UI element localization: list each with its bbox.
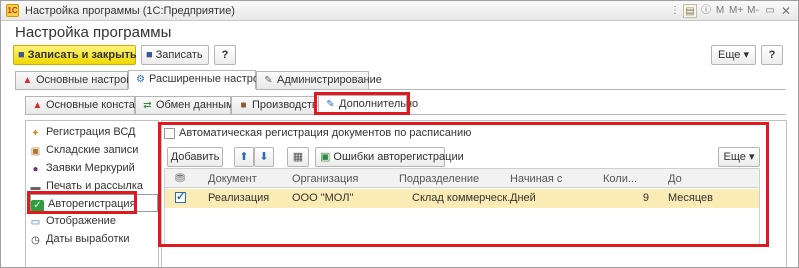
autoreg-errors-button[interactable]: ▣ Ошибки авторегистрации bbox=[315, 147, 464, 167]
vsd-icon: ✦ bbox=[31, 128, 40, 139]
page-title: Настройка программы bbox=[15, 24, 172, 41]
subtab-baseline bbox=[407, 114, 786, 115]
tab-basic-settings[interactable]: ▲ Основные настройки bbox=[15, 71, 143, 89]
nav-label: Печать и рассылка bbox=[46, 180, 144, 192]
filter-button[interactable]: ▦ bbox=[287, 147, 309, 167]
move-up-button[interactable]: ⬆ bbox=[234, 147, 254, 167]
window-title: Настройка программы (1С:Предприятие) bbox=[25, 5, 235, 17]
nav-label: Заявки Меркурий bbox=[46, 162, 135, 174]
exchange-icon: ⇄ bbox=[143, 100, 152, 111]
autoreg-errors-label: Ошибки авторегистрации bbox=[333, 151, 464, 163]
column-header[interactable]: Коли... bbox=[603, 173, 637, 185]
column-header[interactable]: Подразделение bbox=[399, 173, 479, 185]
nav-item-vsd[interactable]: ✦ Регистрация ВСД bbox=[29, 123, 157, 141]
nav-item-autoregistration[interactable]: ✓ Авторегистрация bbox=[30, 194, 158, 212]
calendar-icon[interactable]: ▤ bbox=[683, 4, 697, 18]
save-button[interactable]: ■ Записать bbox=[141, 45, 209, 65]
nav-label: Отображение bbox=[46, 215, 116, 227]
column-header[interactable]: Организация bbox=[292, 173, 358, 185]
check-icon: ✓ bbox=[31, 200, 44, 212]
tab-baseline bbox=[15, 89, 128, 90]
auto-registration-label: Автоматическая регистрация документов по… bbox=[179, 127, 472, 139]
app-window: 1С Настройка программы (1С:Предприятие) … bbox=[0, 0, 799, 268]
nav-item-warehouse[interactable]: ▣ Складские записи bbox=[29, 141, 157, 159]
save-icon: ■ bbox=[18, 49, 25, 61]
warehouse-icon: ▣ bbox=[30, 146, 41, 157]
nav-item-display[interactable]: ▭ Отображение bbox=[29, 212, 157, 230]
memory-m-button[interactable]: M bbox=[715, 4, 725, 18]
mercury-icon: ● bbox=[32, 164, 39, 175]
nav-label: Складские записи bbox=[46, 144, 139, 156]
memory-mplus-button[interactable]: M+ bbox=[729, 4, 743, 18]
tab-baseline bbox=[256, 89, 786, 90]
app-logo-icon: 1С bbox=[6, 4, 19, 17]
tools-icon: ✎ bbox=[264, 75, 273, 86]
help-button[interactable]: ? bbox=[214, 45, 236, 65]
user-settings-icon: ⚙ bbox=[136, 74, 145, 85]
save-icon: ■ bbox=[146, 49, 153, 61]
save-and-close-label: Записать и закрыть bbox=[27, 49, 137, 61]
subtab-label: Дополнительно bbox=[339, 98, 419, 110]
move-down-button[interactable]: ⬇ bbox=[254, 147, 274, 167]
errors-icon: ▣ bbox=[320, 151, 331, 163]
clock-icon: ◷ bbox=[31, 235, 40, 246]
save-and-close-button[interactable]: ■ Записать и закрыть bbox=[13, 45, 137, 65]
subtab-label: Обмен данными bbox=[156, 99, 240, 111]
nav-item-print[interactable]: ▬ Печать и рассылка bbox=[29, 177, 157, 195]
arrow-up-icon: ⬆ bbox=[239, 151, 249, 163]
subtab-additional[interactable]: ✎ Дополнительно bbox=[318, 95, 418, 114]
warning-icon: ▲ bbox=[22, 75, 33, 86]
subtab-baseline bbox=[25, 114, 318, 115]
window-menu-icon[interactable]: ⋮ bbox=[669, 4, 681, 18]
save-label: Записать bbox=[155, 49, 203, 61]
printer-icon: ▬ bbox=[30, 182, 41, 193]
wrench-icon: ✎ bbox=[326, 99, 335, 110]
tab-label: Администрирование bbox=[277, 74, 382, 86]
more-button[interactable]: Еще ▾ bbox=[711, 45, 756, 65]
close-icon[interactable]: ✕ bbox=[780, 4, 792, 18]
title-bar: 1С Настройка программы (1С:Предприятие) … bbox=[1, 1, 798, 21]
subtab-data-exchange[interactable]: ⇄ Обмен данными bbox=[135, 96, 240, 114]
nav-label: Даты выработки bbox=[46, 233, 130, 245]
column-check-icon: ⛃ bbox=[175, 171, 186, 185]
memory-mminus-button[interactable]: M- bbox=[746, 4, 760, 18]
display-icon: ▭ bbox=[30, 217, 41, 228]
add-button[interactable]: Добавить bbox=[167, 147, 223, 167]
nav-item-mercury[interactable]: ● Заявки Меркурий bbox=[29, 159, 157, 177]
column-header[interactable]: Начиная с bbox=[510, 173, 562, 185]
subtab-basic-constants[interactable]: ▲ Основные константы bbox=[25, 96, 154, 114]
subtab-production[interactable]: ■ Производство bbox=[231, 96, 324, 114]
column-header[interactable]: До bbox=[668, 173, 682, 185]
filter-icon: ▦ bbox=[292, 151, 304, 163]
auto-registration-checkbox[interactable] bbox=[164, 128, 175, 139]
help-right-button[interactable]: ? bbox=[761, 45, 783, 65]
info-icon[interactable]: ⓘ bbox=[700, 4, 712, 18]
table-body bbox=[164, 188, 760, 246]
nav-item-production-dates[interactable]: ◷ Даты выработки bbox=[29, 230, 157, 248]
minimize-icon[interactable]: ▭ bbox=[765, 4, 775, 18]
tab-administration[interactable]: ✎ Администрирование bbox=[256, 71, 382, 89]
factory-icon: ■ bbox=[240, 100, 247, 111]
table-header: ⛃ Документ Организация Подразделение Нач… bbox=[164, 168, 760, 188]
content-more-button[interactable]: Еще ▾ bbox=[718, 147, 760, 167]
arrow-down-icon: ⬇ bbox=[259, 151, 269, 163]
tab-advanced-settings[interactable]: ⚙ Расширенные настройки bbox=[128, 70, 276, 89]
nav-label: Регистрация ВСД bbox=[46, 126, 136, 138]
nav-label: Авторегистрация bbox=[48, 198, 136, 210]
column-header[interactable]: Документ bbox=[208, 173, 257, 185]
warning-icon: ▲ bbox=[32, 100, 43, 111]
subtab-label: Производство bbox=[252, 99, 324, 111]
